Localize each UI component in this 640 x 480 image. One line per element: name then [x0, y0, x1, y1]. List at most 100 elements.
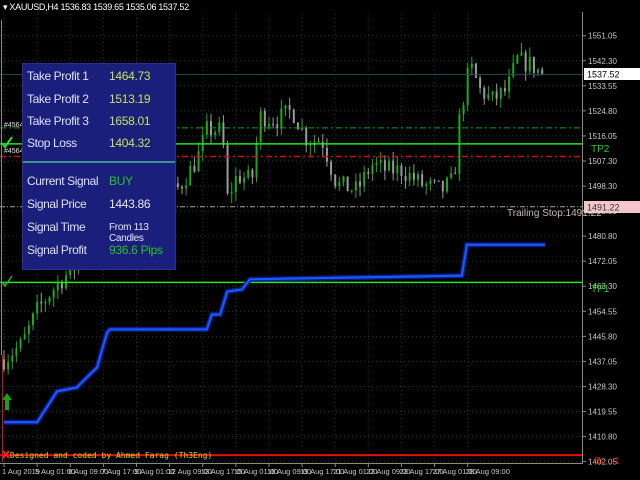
candle-body — [48, 297, 51, 303]
signal-time-value: From 113 Candles — [109, 222, 149, 244]
order-label[interactable]: #4564 — [4, 122, 24, 129]
take-profit-1-label: Take Profit 1 — [27, 69, 89, 83]
candle-body — [56, 282, 59, 291]
buy-arrow-icon — [2, 393, 12, 410]
candle — [263, 107, 266, 132]
candle-body — [292, 109, 295, 123]
candle — [234, 167, 237, 202]
candle-body — [404, 176, 407, 181]
trailing-price-tag-text: 1491.22 — [587, 203, 620, 213]
candle-body — [417, 174, 419, 180]
candle-body — [454, 173, 457, 175]
candle-body — [284, 105, 287, 109]
candle-body — [450, 173, 453, 178]
candle-body — [408, 173, 411, 181]
candle — [56, 275, 59, 300]
candle-body — [437, 180, 440, 182]
price-tick-label: 1419.55 — [588, 407, 617, 416]
candle — [210, 113, 212, 145]
candle — [321, 133, 324, 158]
candle — [466, 62, 469, 111]
order-label[interactable]: #4564 — [4, 148, 24, 155]
signal-price-label: Signal Price — [27, 197, 87, 211]
candle — [317, 137, 320, 143]
price-tick-label: 1516.05 — [588, 132, 617, 141]
price-tick-label: 1524.80 — [588, 107, 617, 116]
candle-body — [251, 169, 254, 178]
candle — [516, 54, 519, 65]
tp2-label: TP2 — [591, 144, 610, 155]
candle — [65, 271, 68, 291]
candle-body — [288, 105, 291, 110]
candle-body — [350, 190, 353, 192]
candle-body — [305, 127, 308, 146]
candle — [437, 180, 440, 183]
candle — [417, 171, 419, 187]
candle-body — [491, 91, 494, 95]
candle — [528, 47, 531, 75]
candle — [537, 68, 540, 77]
candle — [292, 108, 295, 124]
candle-body — [516, 55, 519, 64]
candle-body — [367, 172, 370, 174]
price-axis[interactable]: 1551.05 1542.30 1533.55 1524.80 1516.05 1507.… — [582, 32, 617, 467]
candle — [280, 99, 283, 135]
time-tick-label: 28 Aug 09:00 — [466, 467, 510, 476]
candle-body — [392, 160, 395, 174]
candle — [193, 156, 196, 173]
candle — [354, 173, 357, 199]
candle-body — [201, 134, 204, 152]
candle — [31, 312, 34, 331]
candle-body — [222, 122, 225, 145]
candle-body — [363, 172, 366, 187]
candle — [205, 113, 208, 140]
candle-body — [495, 91, 498, 99]
candle — [474, 62, 477, 79]
candle-body — [243, 177, 246, 183]
candle — [27, 320, 30, 344]
candle-body — [346, 176, 349, 192]
candle — [441, 180, 444, 199]
candle-body — [218, 122, 221, 133]
stop-loss-value: 1404.32 — [109, 136, 151, 150]
candle-body — [466, 68, 469, 106]
candle — [3, 350, 5, 373]
candle — [503, 79, 506, 96]
candle-body — [400, 165, 403, 177]
candle — [11, 348, 14, 370]
symbol-timeframe: XAUUSD,H4 — [9, 2, 59, 12]
candle — [363, 165, 366, 193]
stop-loss-label: Stop Loss — [27, 136, 77, 150]
candle — [296, 121, 299, 130]
candle-body — [3, 359, 5, 370]
panel-divider — [23, 161, 175, 163]
signal-profit-value: 936.6 Pips — [109, 243, 163, 257]
candle — [499, 87, 502, 108]
candle-body — [338, 182, 341, 187]
candle — [7, 354, 10, 375]
candle-body — [375, 162, 378, 165]
candle-body — [44, 302, 47, 304]
price-tick-label: 1445.80 — [588, 332, 617, 341]
candle — [445, 176, 448, 194]
candle — [23, 326, 26, 340]
current-signal-value: BUY — [109, 174, 133, 188]
candle-body — [272, 123, 275, 125]
candle — [346, 176, 349, 192]
price-tick-label: 1472.05 — [588, 257, 617, 266]
candle — [36, 294, 39, 320]
collapse-triangle-icon[interactable]: ▾ — [3, 2, 8, 12]
candle-body — [263, 110, 266, 127]
candle-body — [193, 165, 196, 172]
chart-title: ▾ XAUUSD,H4 1536.83 1539.65 1535.06 1537… — [3, 2, 189, 13]
candle — [301, 118, 304, 132]
candle — [238, 169, 241, 184]
take-profit-2-value: 1513.19 — [109, 92, 151, 106]
price-tick-label: 1498.30 — [588, 182, 617, 191]
candle-body — [52, 290, 55, 298]
time-axis[interactable]: 1 Aug 20195 Aug 01:006 Aug 09:007 Aug 17… — [2, 463, 510, 476]
candle — [375, 156, 378, 173]
candle-body — [524, 52, 527, 72]
footer-credit: Designed and coded by Ahmed Farag (Th3En… — [10, 451, 212, 460]
price-tick-label: 1551.05 — [588, 32, 617, 41]
